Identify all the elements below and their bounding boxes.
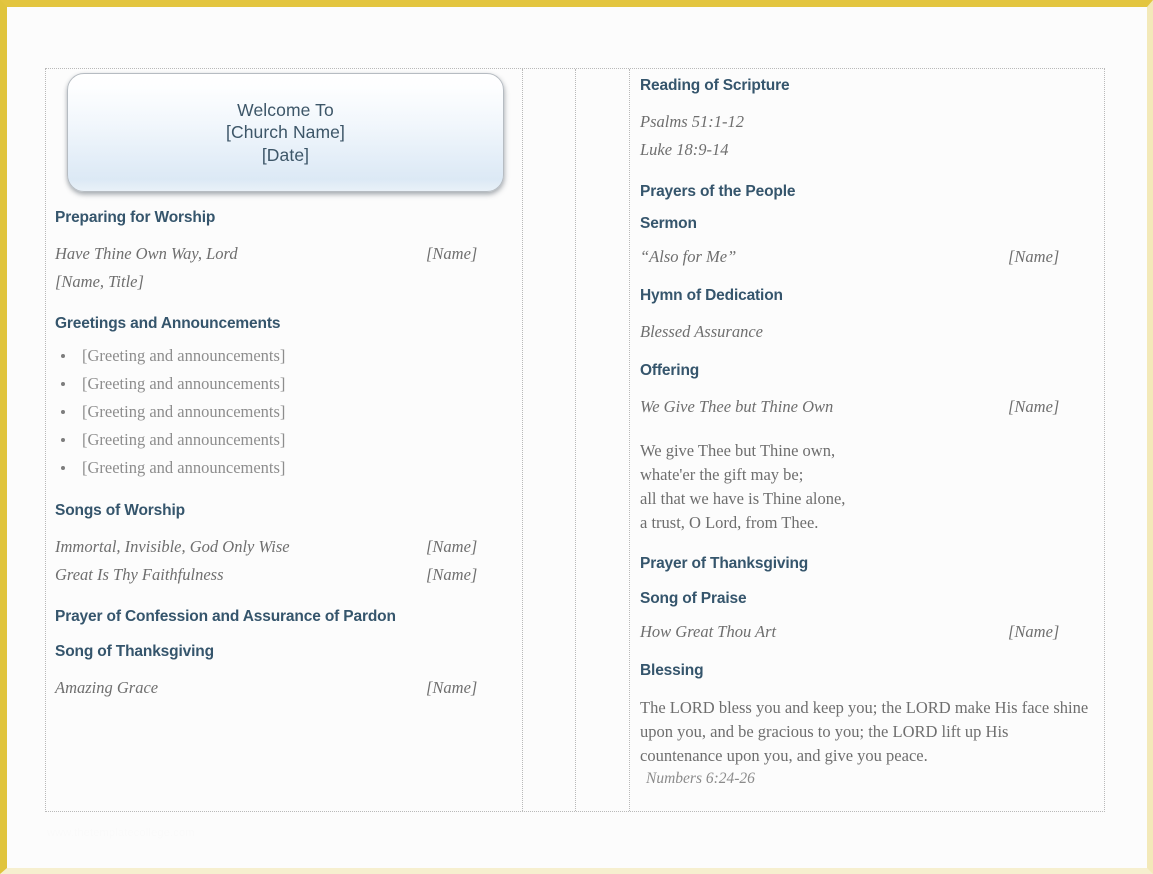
gutter-column-b: [576, 69, 630, 811]
scripture-reading-luke[interactable]: Luke 18:9-14: [640, 139, 1094, 160]
heading-preparing-for-worship: Preparing for Worship: [55, 209, 216, 226]
heading-prayer-of-thanksgiving: Prayer of Thanksgiving: [640, 555, 809, 572]
heading-reading-of-scripture: Reading of Scripture: [640, 77, 790, 94]
entry-title: Amazing Grace: [55, 678, 159, 697]
heading-blessing: Blessing: [640, 662, 704, 679]
offering-verse-line: We give Thee but Thine own,: [640, 441, 836, 460]
entry-title: “Also for Me”: [640, 247, 737, 266]
preparing-subline[interactable]: [Name, Title]: [55, 271, 512, 292]
offering-verse-line: a trust, O Lord, from Thee.: [640, 513, 819, 532]
welcome-date[interactable]: [Date]: [226, 144, 345, 167]
list-item[interactable]: [Greeting and announcements]: [55, 454, 512, 482]
entry-sermon-title[interactable]: “Also for Me” [Name]: [640, 246, 1094, 267]
offering-verse-line: all that we have is Thine alone,: [640, 489, 846, 508]
heading-song-of-praise: Song of Praise: [640, 590, 747, 607]
welcome-line-1: Welcome To: [237, 99, 334, 120]
heading-greetings-and-announcements: Greetings and Announcements: [55, 315, 281, 332]
list-item[interactable]: [Greeting and announcements]: [55, 426, 512, 454]
left-content-column: Welcome To [Church Name] [Date] Preparin…: [46, 69, 523, 811]
document-paper: Welcome To [Church Name] [Date] Preparin…: [7, 7, 1147, 868]
welcome-banner[interactable]: Welcome To [Church Name] [Date]: [67, 73, 504, 192]
entry-name: [Name]: [426, 537, 478, 556]
entry-title: Have Thine Own Way, Lord: [55, 244, 238, 263]
bulletin-column-grid: Welcome To [Church Name] [Date] Preparin…: [45, 68, 1105, 812]
heading-prayers-of-the-people: Prayers of the People: [640, 183, 796, 200]
welcome-banner-wrapper: Welcome To [Church Name] [Date]: [55, 69, 512, 192]
heading-hymn-of-dedication: Hymn of Dedication: [640, 287, 783, 304]
gutter-column-a: [523, 69, 576, 811]
entry-name: [Name]: [1008, 247, 1060, 266]
entry-title: Immortal, Invisible, God Only Wise: [55, 537, 290, 556]
heading-song-of-thanksgiving: Song of Thanksgiving: [55, 643, 214, 660]
heading-songs-of-worship: Songs of Worship: [55, 502, 185, 519]
heading-offering: Offering: [640, 362, 700, 379]
entry-how-great-thou-art[interactable]: How Great Thou Art [Name]: [640, 621, 1094, 642]
welcome-banner-text: Welcome To [Church Name] [Date]: [226, 99, 345, 167]
entry-title: Great Is Thy Faithfulness: [55, 565, 224, 584]
entry-title: We Give Thee but Thine Own: [640, 397, 834, 416]
announcements-list: [Greeting and announcements] [Greeting a…: [55, 342, 512, 482]
welcome-church-name[interactable]: [Church Name]: [226, 121, 345, 144]
entry-great-is-thy-faithfulness[interactable]: Great Is Thy Faithfulness [Name]: [55, 564, 512, 585]
entry-name: [Name]: [426, 565, 478, 584]
entry-name: [Name]: [426, 678, 478, 697]
entry-we-give-thee[interactable]: We Give Thee but Thine Own [Name]: [640, 396, 1094, 417]
blessing-reference: Numbers 6:24-26: [646, 770, 755, 787]
entry-immortal-invisible[interactable]: Immortal, Invisible, God Only Wise [Name…: [55, 536, 512, 557]
entry-title: How Great Thou Art: [640, 622, 777, 641]
list-item[interactable]: [Greeting and announcements]: [55, 342, 512, 370]
entry-name: [Name]: [1008, 622, 1060, 641]
heading-prayer-of-confession: Prayer of Confession and Assurance of Pa…: [55, 608, 396, 625]
list-item[interactable]: [Greeting and announcements]: [55, 398, 512, 426]
scripture-reading-psalms[interactable]: Psalms 51:1-12: [640, 111, 1094, 132]
entry-name: [Name]: [426, 244, 478, 263]
right-content-column: Reading of Scripture Psalms 51:1-12 Luke…: [630, 69, 1104, 811]
entry-amazing-grace[interactable]: Amazing Grace [Name]: [55, 677, 512, 698]
footer-watermark: www.thetemplatecollege.com: [47, 827, 195, 839]
entry-have-thine-own-way[interactable]: Have Thine Own Way, Lord [Name]: [55, 243, 512, 264]
offering-verse-line: whate'er the gift may be;: [640, 465, 804, 484]
blessing-text: The LORD bless you and keep you; the LOR…: [640, 698, 1089, 765]
heading-sermon: Sermon: [640, 215, 697, 232]
page-frame: Welcome To [Church Name] [Date] Preparin…: [0, 0, 1153, 874]
entry-name: [Name]: [1008, 397, 1060, 416]
hymn-of-dedication-song[interactable]: Blessed Assurance: [640, 321, 1094, 342]
list-item[interactable]: [Greeting and announcements]: [55, 370, 512, 398]
